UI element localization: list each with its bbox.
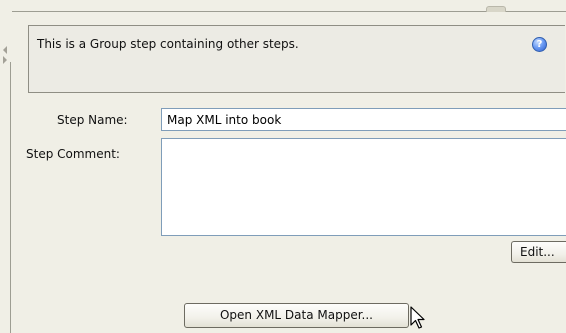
open-xml-data-mapper-button[interactable]: Open XML Data Mapper... [184,303,409,328]
arrow-right-icon[interactable] [3,56,7,64]
splitter-divider [10,62,11,333]
step-comment-textarea[interactable] [161,138,566,236]
arrow-left-icon[interactable] [3,46,7,54]
edit-comment-button[interactable]: Edit... [511,241,566,263]
mouse-pointer-icon [410,306,425,329]
step-name-label: Step Name: [57,113,128,127]
top-border-line [12,11,566,12]
top-tab-knob[interactable] [486,6,506,12]
step-comment-label: Step Comment: [26,147,120,161]
step-name-input[interactable] [161,108,566,131]
group-description: This is a Group step containing other st… [37,37,299,51]
group-info-box: This is a Group step containing other st… [28,25,565,93]
help-icon[interactable]: ? [532,37,547,52]
